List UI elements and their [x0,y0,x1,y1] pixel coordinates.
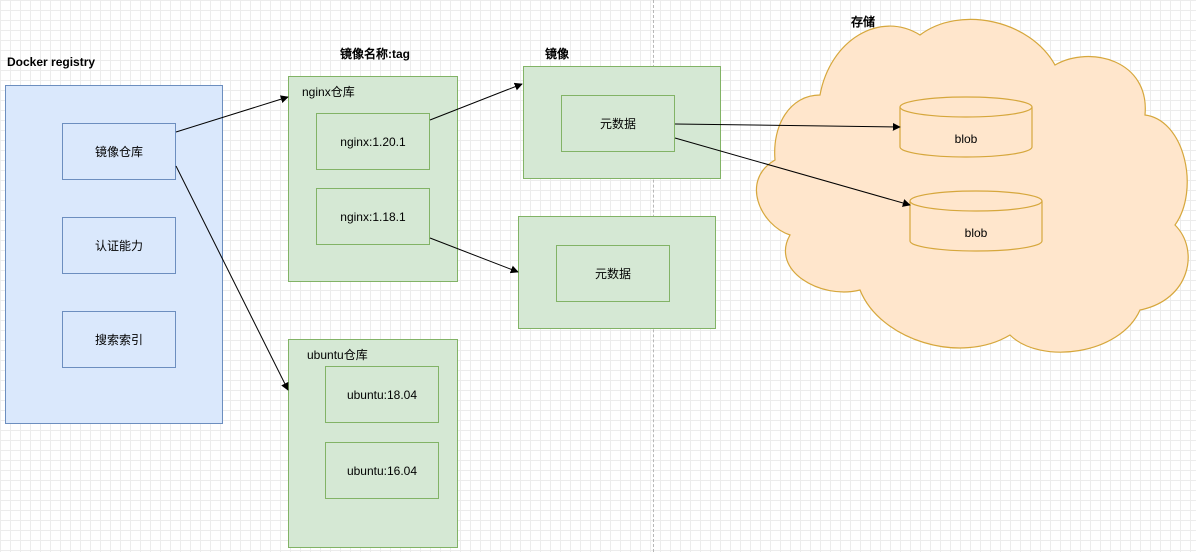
arrow-nginx-1-20-1-to-image-1 [429,82,523,121]
arrow-repo-to-ubuntu [175,165,289,391]
diagram-canvas: Docker registry 镜像名称:tag 镜像 存储 blob blob… [0,0,1196,552]
connector-layer [175,82,911,391]
arrow-repo-to-nginx [175,95,289,133]
arrow-nginx-1-18-1-to-image-2 [429,237,519,274]
arrow-metadata-to-blob-1 [674,122,901,131]
arrow-metadata-to-blob-2 [674,137,911,207]
